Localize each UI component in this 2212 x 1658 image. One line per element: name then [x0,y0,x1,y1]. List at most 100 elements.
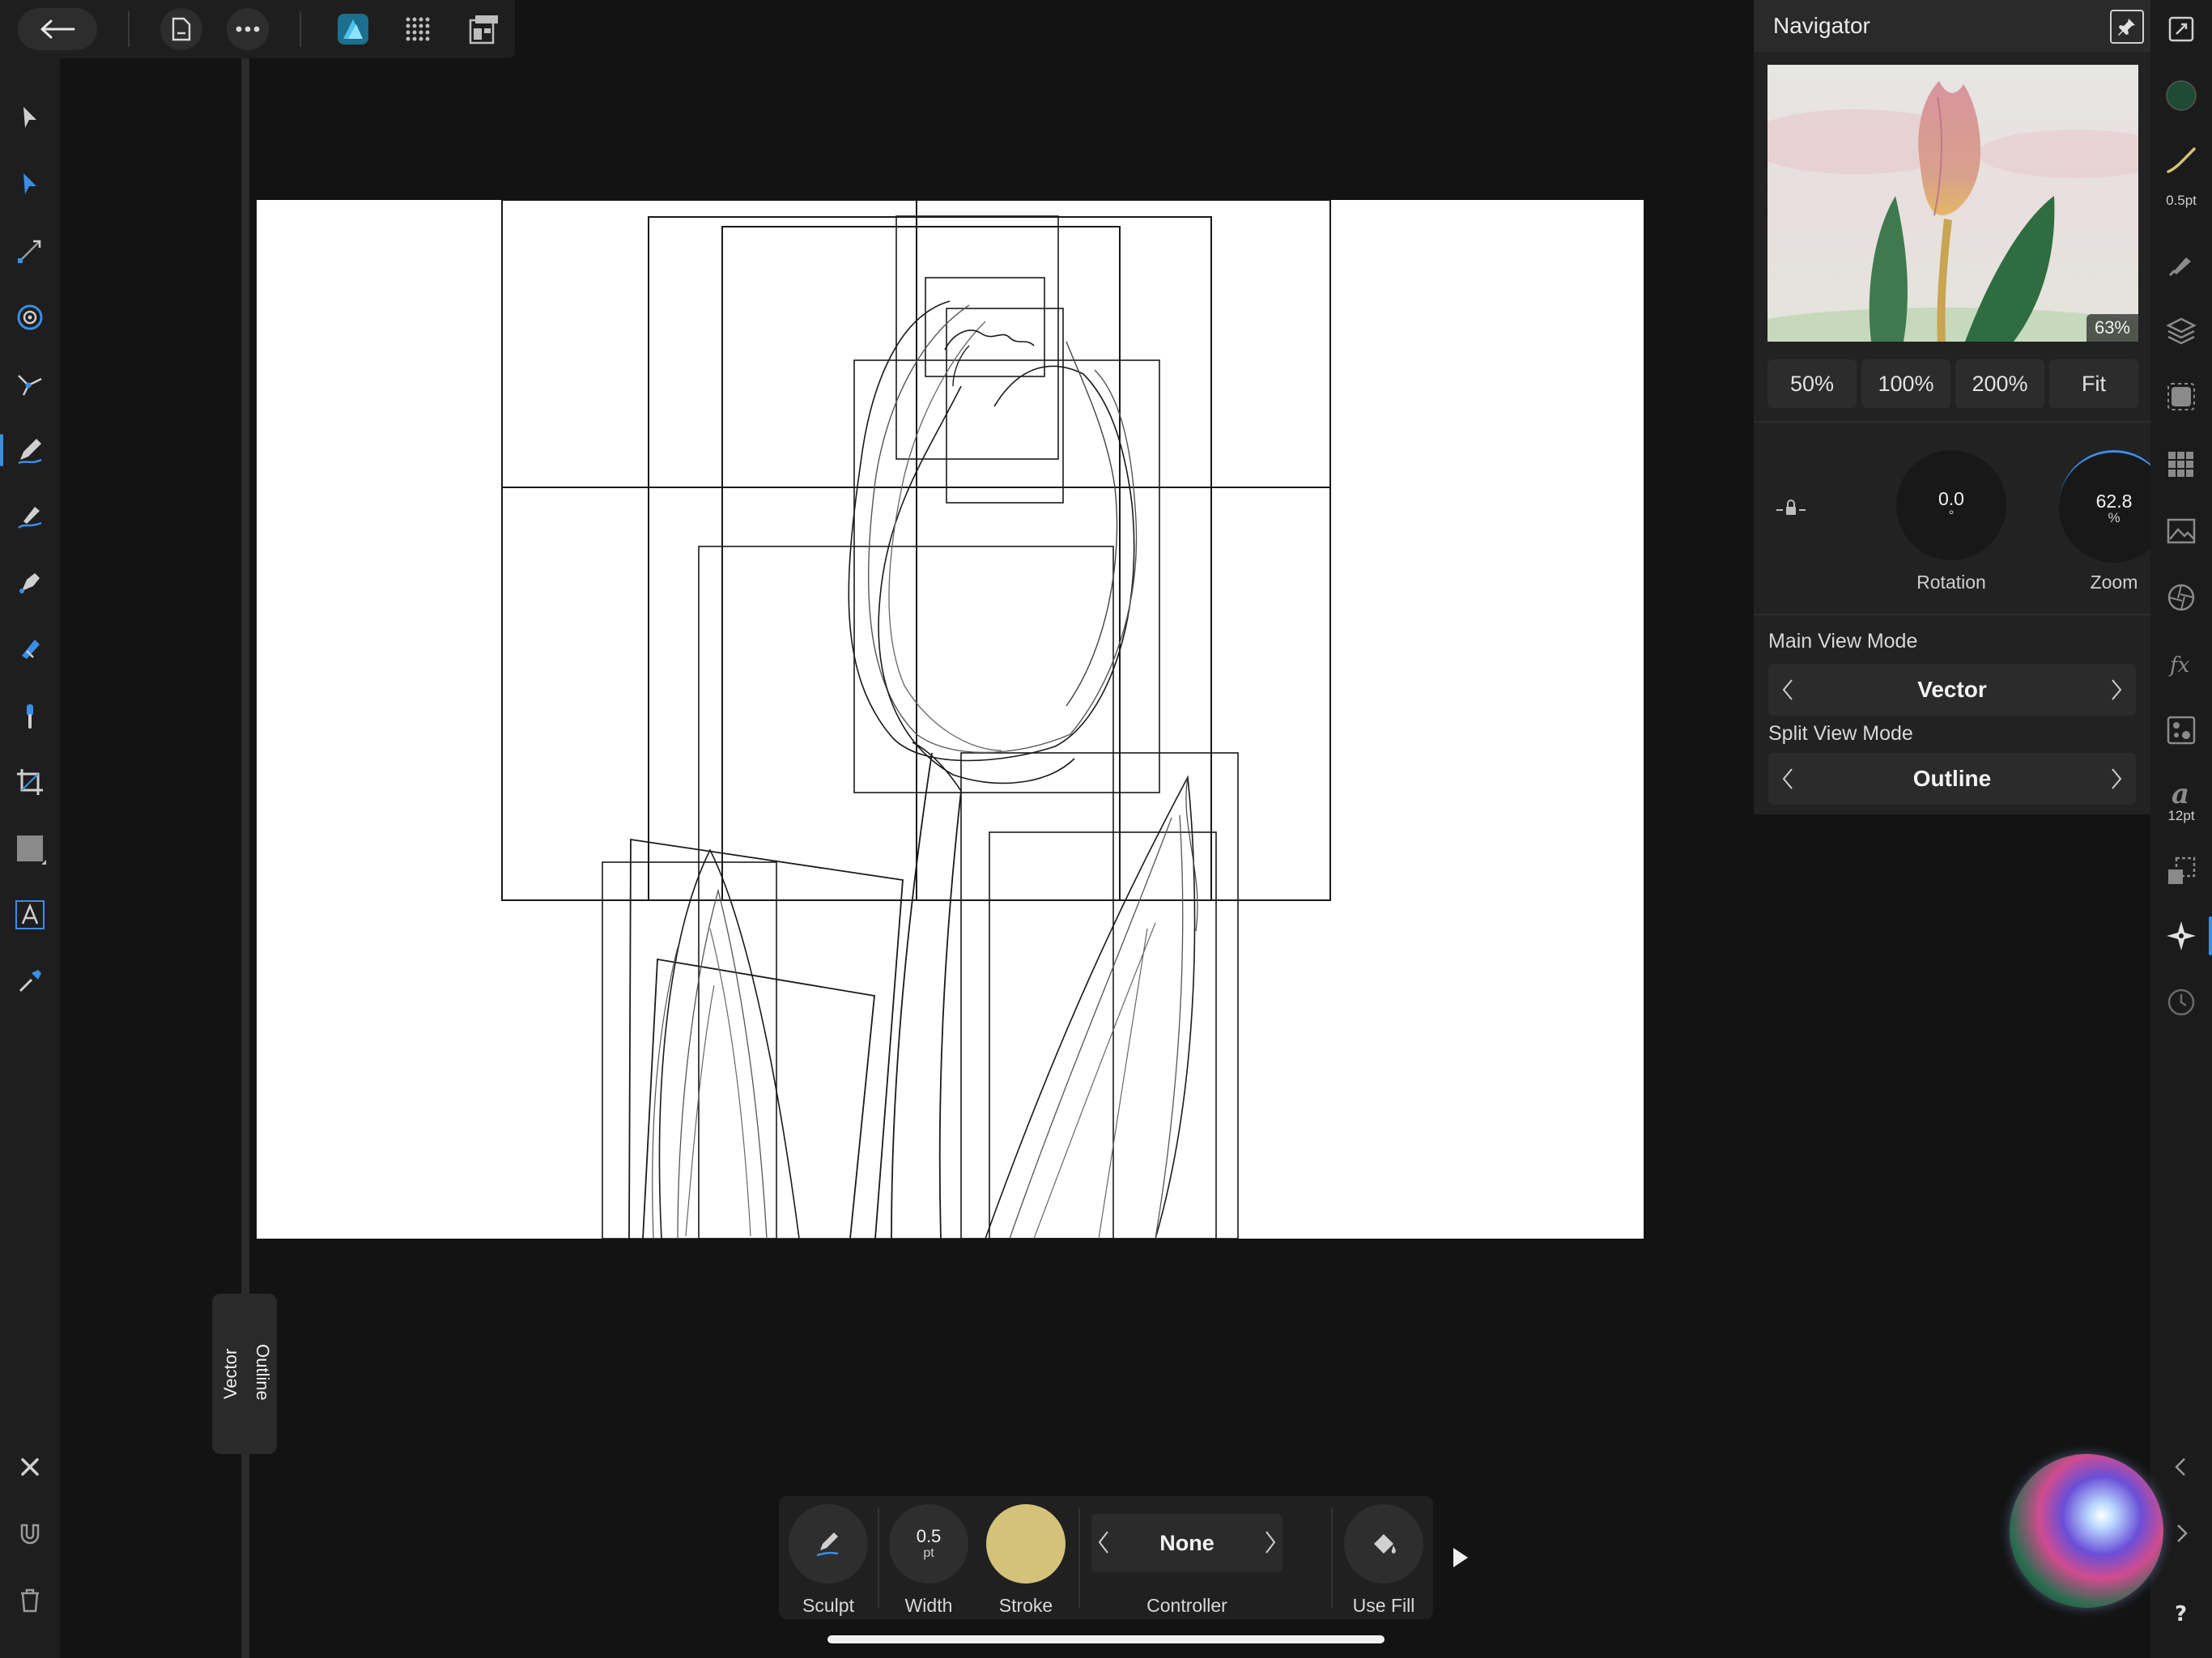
sculpt-pencil-icon [816,1533,839,1557]
navigator-preview[interactable]: 63% [1767,65,2138,342]
export-persona-button[interactable] [463,8,505,50]
brush-icon [2168,257,2191,277]
effects-studio-button[interactable]: fx [2159,641,2204,687]
transform-studio-button[interactable] [2159,374,2204,419]
split-view-handle[interactable]: Vector Outline [212,1294,277,1454]
expand-studio-button[interactable] [2159,1511,2204,1556]
node-tool[interactable] [7,162,53,207]
top-toolbar [0,0,515,58]
siri-orb[interactable] [2010,1454,2163,1608]
back-button[interactable] [18,8,97,50]
play-triangle-icon [1453,1548,1468,1567]
tulip-preview-image [1767,65,2138,342]
split-view-prev-button[interactable] [1772,753,1804,805]
main-view-mode-selector[interactable]: Vector [1768,664,2136,716]
corner-tool-icon [17,304,43,330]
rotation-label: Rotation [1916,572,1986,593]
zoom-100-button[interactable]: 100% [1861,359,1950,408]
corner-tool[interactable] [7,295,53,340]
width-control[interactable]: 0.5 pt [889,1504,968,1584]
color-picker-tool[interactable] [7,959,53,1004]
studio-layout-button[interactable] [2159,6,2204,52]
stack-icon [2168,857,2196,884]
fill-tool[interactable] [7,627,53,672]
more-button[interactable] [227,8,269,50]
home-indicator[interactable] [827,1635,1385,1643]
toolbar-divider [1078,1507,1080,1608]
fill-color-well[interactable] [2159,73,2204,118]
lock-icon [1776,500,1806,515]
chevron-left-icon [1098,1531,1108,1554]
history-studio-button[interactable] [2159,980,2204,1025]
document-button[interactable] [160,8,202,50]
controller-prev-button[interactable] [1098,1530,1109,1558]
transform-box-icon [2167,383,2195,410]
question-mark-icon: ? [2175,1602,2187,1626]
stroke-label: Stroke [998,1595,1053,1616]
chevron-left-icon [1782,768,1793,789]
collapse-studio-button[interactable] [2159,1444,2204,1490]
toolbar-more-button[interactable] [1451,1546,1470,1573]
controller-selector[interactable]: None [1091,1514,1283,1572]
move-tool[interactable] [7,96,53,141]
navigator-studio-button[interactable] [2159,913,2204,959]
chevron-left-icon [2175,1458,2185,1476]
main-view-prev-button[interactable] [1772,664,1804,716]
toolbar-divider [128,11,130,47]
point-transform-tool[interactable] [7,228,53,274]
eyedropper-icon [19,970,41,993]
styles-studio-button[interactable] [2159,708,2204,753]
rotation-dial[interactable]: 0.0 ° [1896,450,2006,560]
stroke-width-caption: 0.5pt [2166,193,2197,208]
use-fill-button[interactable] [1344,1504,1423,1584]
history-layers-button[interactable] [2159,848,2204,894]
split-view-next-button[interactable] [2100,753,2133,805]
rectangle-tool[interactable] [7,826,53,871]
delete-button[interactable] [7,1577,53,1622]
controller-next-button[interactable] [1265,1530,1276,1558]
active-studio-indicator [2209,916,2212,955]
navigator-header: Navigator [1754,0,2150,52]
sculpt-button[interactable] [789,1504,868,1584]
snapping-button[interactable] [7,1511,53,1556]
split-left-label: Vector [220,1348,241,1400]
assets-studio-button[interactable] [2159,508,2204,554]
chevron-right-icon [2177,1524,2188,1542]
rotation-lock-toggle[interactable] [1775,497,1807,522]
controller-label: Controller [1146,1595,1227,1616]
split-view-mode-selector[interactable]: Outline [1768,753,2136,805]
pen-nib-icon [19,573,40,593]
artistic-text-tool[interactable] [7,892,53,937]
document-canvas[interactable] [257,200,1644,1239]
crop-tool[interactable] [7,759,53,805]
main-view-mode-value: Vector [1917,677,1987,702]
vector-brush-icon [18,507,42,529]
preview-zoom-badge: 63% [2086,314,2138,342]
pin-panel-button[interactable] [2110,10,2144,44]
designer-persona-button[interactable] [332,8,374,50]
zoom-fit-button[interactable]: Fit [2049,359,2138,408]
transparency-tool[interactable] [7,693,53,738]
pen-tool[interactable] [7,560,53,606]
zoom-50-button[interactable]: 50% [1767,359,1857,408]
rectangle-icon [17,835,46,865]
pixel-grid-icon [406,17,430,41]
help-button[interactable]: ? [2159,1590,2204,1635]
cancel-button[interactable] [7,1444,53,1490]
main-view-mode-label: Main View Mode [1768,630,1918,653]
pixel-persona-button[interactable] [397,8,439,50]
pointer-arrow-icon [23,107,36,128]
appearance-studio-button[interactable] [2159,575,2204,620]
toolbar-divider [1331,1507,1333,1608]
pencil-tool[interactable] [0,427,53,473]
layers-studio-button[interactable] [2159,308,2204,353]
zoom-200-button[interactable]: 200% [1955,359,2044,408]
chevron-right-icon [1266,1531,1276,1554]
contour-tool[interactable] [7,361,53,406]
swatches-studio-button[interactable] [2159,442,2204,487]
brushes-studio-button[interactable] [2159,241,2204,287]
stroke-button[interactable] [2159,138,2204,183]
vector-brush-tool[interactable] [7,494,53,539]
main-view-next-button[interactable] [2100,664,2133,716]
stroke-color-well[interactable] [986,1504,1066,1584]
